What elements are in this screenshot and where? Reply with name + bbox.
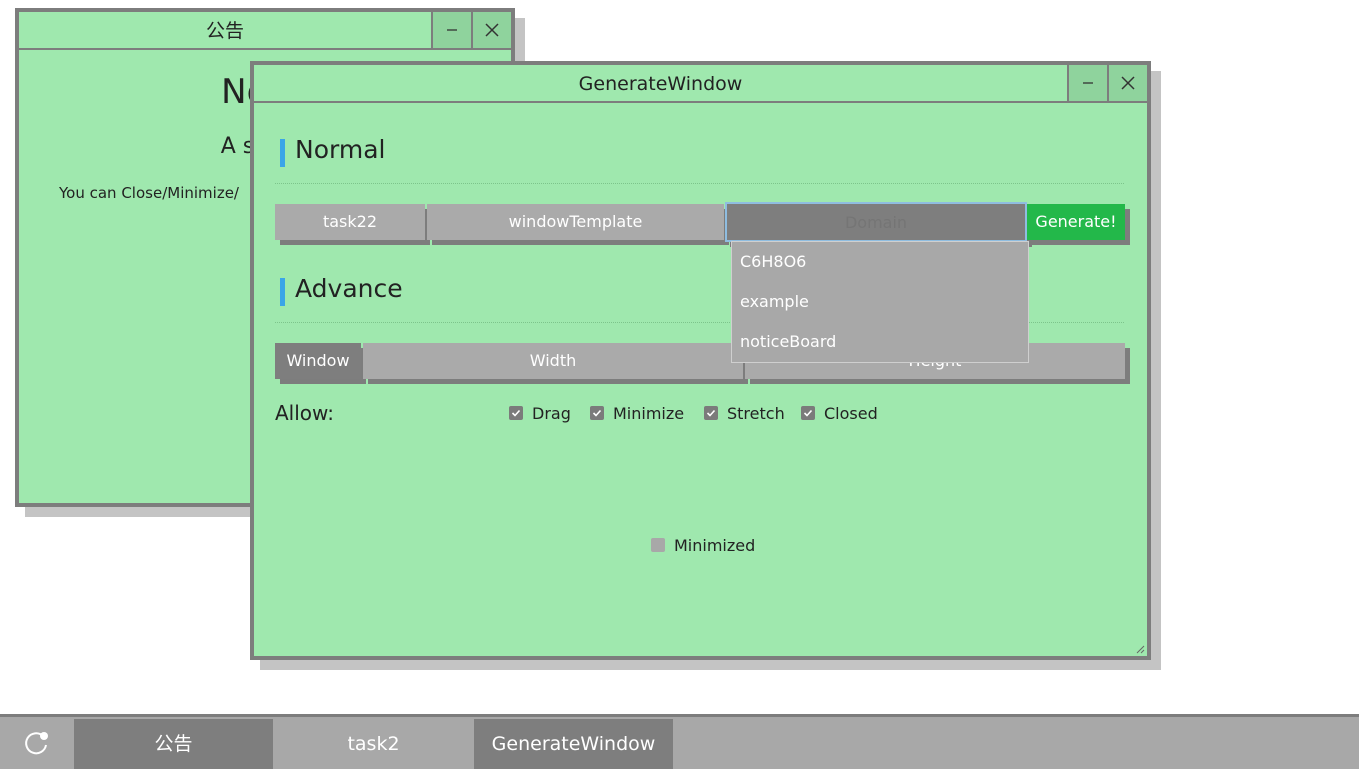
generate-titlebar[interactable]: GenerateWindow xyxy=(254,65,1147,103)
refresh-dot-icon xyxy=(25,732,48,755)
close-button[interactable] xyxy=(1107,65,1147,101)
domain-input[interactable] xyxy=(725,202,1027,242)
minimize-checkbox[interactable]: Minimize xyxy=(590,403,684,423)
minimized-checkbox[interactable]: Minimized xyxy=(651,535,755,555)
section-accent-bar xyxy=(280,278,285,306)
notice-titlebar[interactable]: 公告 xyxy=(19,12,511,50)
normal-section-label: Normal xyxy=(295,135,386,164)
generate-window-title: GenerateWindow xyxy=(578,73,743,95)
minimize-icon xyxy=(1083,82,1093,84)
generate-button[interactable]: Generate! xyxy=(1027,204,1125,240)
taskbar-item-notice[interactable]: 公告 xyxy=(74,719,273,769)
check-icon xyxy=(590,406,604,420)
closed-checkbox[interactable]: Closed xyxy=(801,403,878,423)
window-label-text: Window xyxy=(286,351,350,370)
taskbar-item-task2[interactable]: task2 xyxy=(274,719,473,769)
taskbar: 公告 task2 GenerateWindow xyxy=(0,714,1359,769)
section-accent-bar xyxy=(280,139,285,167)
dropdown-option[interactable]: noticeBoard xyxy=(732,322,1028,362)
task-name-value: task22 xyxy=(322,212,378,231)
taskbar-item-generatewindow[interactable]: GenerateWindow xyxy=(474,719,673,769)
check-icon xyxy=(704,406,718,420)
minimize-button[interactable] xyxy=(431,12,471,48)
close-button[interactable] xyxy=(471,12,511,48)
minimize-button[interactable] xyxy=(1067,65,1107,101)
close-icon xyxy=(485,23,499,37)
dropdown-option[interactable]: C6H8O6 xyxy=(732,242,1028,282)
unchecked-box-icon xyxy=(651,538,665,552)
close-icon xyxy=(1121,76,1135,90)
start-button[interactable] xyxy=(0,717,74,769)
drag-label: Drag xyxy=(532,403,571,423)
domain-text-input[interactable] xyxy=(727,204,1025,240)
template-value: windowTemplate xyxy=(508,212,643,231)
notice-window-title: 公告 xyxy=(205,20,244,42)
width-field[interactable]: Width xyxy=(363,343,743,379)
minimize-label: Minimize xyxy=(613,403,685,423)
minimized-label: Minimized xyxy=(674,535,756,555)
template-field[interactable]: windowTemplate xyxy=(427,204,724,240)
resize-grip-icon[interactable] xyxy=(1135,644,1145,654)
divider xyxy=(275,183,1124,184)
stretch-checkbox[interactable]: Stretch xyxy=(704,403,785,423)
check-icon xyxy=(801,406,815,420)
check-icon xyxy=(509,406,523,420)
task-name-field[interactable]: task22 xyxy=(275,204,425,240)
generate-window[interactable]: GenerateWindow Normal task22 windowTempl… xyxy=(250,61,1151,660)
advance-section-label: Advance xyxy=(295,274,403,303)
stretch-label: Stretch xyxy=(727,403,785,423)
width-value: Width xyxy=(529,351,577,370)
minimize-icon xyxy=(447,29,457,31)
drag-checkbox[interactable]: Drag xyxy=(509,403,571,423)
closed-label: Closed xyxy=(824,403,878,423)
window-label: Window xyxy=(275,343,361,379)
dropdown-option[interactable]: example xyxy=(732,282,1028,322)
domain-dropdown[interactable]: C6H8O6 example noticeBoard xyxy=(731,241,1029,363)
allow-label: Allow: xyxy=(275,401,335,425)
